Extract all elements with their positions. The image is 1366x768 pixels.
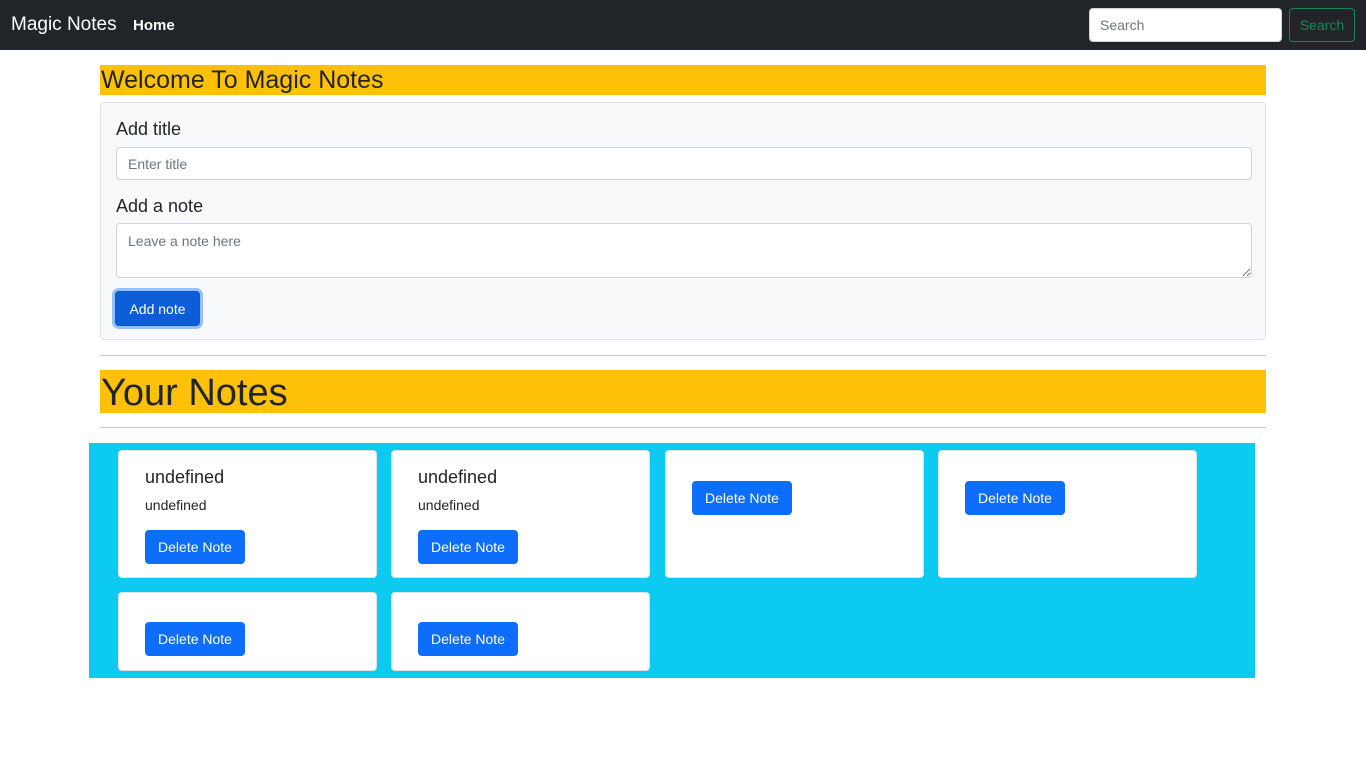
nav-link-home[interactable]: Home bbox=[133, 17, 175, 35]
add-note-form: Add title Add a note Add note bbox=[100, 102, 1266, 340]
note-textarea[interactable] bbox=[116, 223, 1252, 278]
navbar: Magic Notes Home Search bbox=[0, 0, 1366, 50]
note-label: Add a note bbox=[116, 196, 204, 216]
note-card: Delete Note bbox=[938, 450, 1197, 578]
delete-note-button[interactable]: Delete Note bbox=[418, 622, 518, 656]
delete-note-button[interactable]: Delete Note bbox=[145, 622, 245, 656]
note-text: undefined bbox=[418, 497, 480, 513]
delete-note-button[interactable]: Delete Note bbox=[965, 481, 1065, 515]
your-notes-heading: Your Notes bbox=[100, 370, 1266, 414]
note-title: undefined bbox=[145, 467, 225, 487]
divider bbox=[100, 355, 1266, 356]
note-card: undefined undefined Delete Note bbox=[391, 450, 650, 578]
title-label: Add title bbox=[116, 119, 182, 139]
search-button[interactable]: Search bbox=[1289, 8, 1355, 42]
note-text: undefined bbox=[145, 497, 207, 513]
welcome-heading: Welcome To Magic Notes bbox=[100, 65, 1266, 95]
delete-note-button[interactable]: Delete Note bbox=[145, 530, 245, 564]
note-card: Delete Note bbox=[391, 592, 650, 671]
note-title: undefined bbox=[418, 467, 498, 487]
title-input[interactable] bbox=[116, 147, 1252, 180]
navbar-brand[interactable]: Magic Notes bbox=[11, 13, 117, 37]
note-card: undefined undefined Delete Note bbox=[118, 450, 377, 578]
delete-note-button[interactable]: Delete Note bbox=[418, 530, 518, 564]
divider bbox=[100, 427, 1266, 428]
notes-container: undefined undefined Delete Note undefine… bbox=[89, 443, 1255, 678]
search-input[interactable] bbox=[1089, 8, 1282, 42]
delete-note-button[interactable]: Delete Note bbox=[692, 481, 792, 515]
note-card: Delete Note bbox=[665, 450, 924, 578]
note-card: Delete Note bbox=[118, 592, 377, 671]
add-note-button[interactable]: Add note bbox=[115, 291, 200, 326]
